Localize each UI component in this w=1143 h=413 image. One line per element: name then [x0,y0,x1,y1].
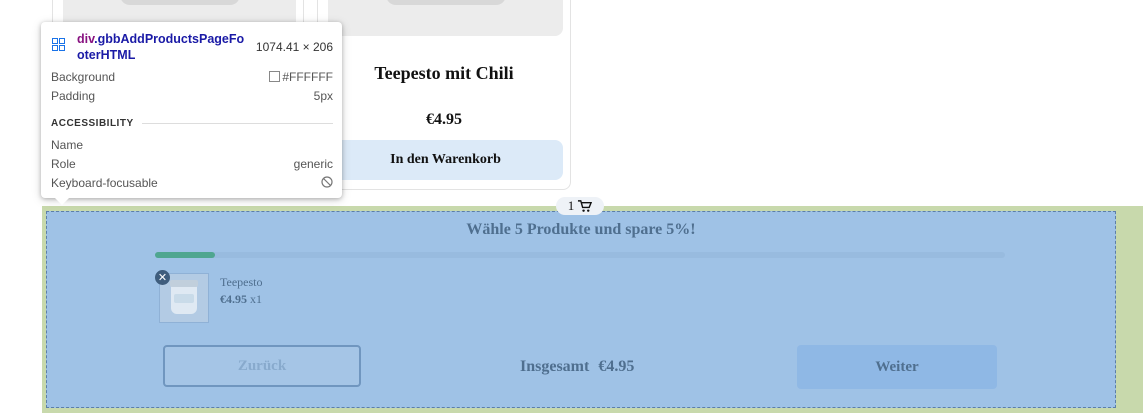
progress-bar [155,252,1005,258]
cart-item-qty: x1 [250,292,262,306]
keyboard-label: Keyboard-focusable [51,176,158,190]
background-value-wrap: #FFFFFF [269,70,333,84]
background-label: Background [51,70,116,84]
cart-item-name: Teepesto [220,275,263,289]
name-label: Name [51,138,84,152]
not-focusable-icon [321,176,333,188]
product-name[interactable]: Teepesto mit Chili [318,63,570,84]
background-row: Background #FFFFFF [51,70,333,84]
product-price: €4.95 [426,111,462,128]
name-row: Name [51,138,333,152]
next-button[interactable]: Weiter [797,345,997,389]
role-value: generic [293,157,333,171]
discount-title: Wähle 5 Produkte und spare 5%! [466,221,696,238]
cart-item-price-line: €4.95 x1 [220,292,262,307]
padding-value: 5px [313,89,333,103]
role-row: Role generic [51,157,333,171]
cart-item-price: €4.95 [220,292,247,306]
color-swatch-icon [269,71,281,82]
back-button[interactable]: Zurück [163,345,361,387]
selector-tag: div [77,32,95,46]
background-value: #FFFFFF [282,70,333,84]
cart-icon [578,200,593,212]
total: Insgesamt €4.95 [520,358,634,376]
element-selector: div.gbbAddProductsPageFooterHTML [77,31,245,63]
cart-toggle-button[interactable]: 1 [556,197,604,215]
progress-fill [155,252,215,258]
padding-row: Padding 5px [51,89,333,103]
grid-layout-icon [52,38,65,51]
cart-count: 1 [567,198,575,213]
selector-class: .gbbAddProductsPageFooterHTML [77,32,245,62]
total-value: €4.95 [598,358,635,375]
devtools-inspect-tooltip: div.gbbAddProductsPageFooterHTML 1074.41… [41,22,342,205]
product-card-right: Teepesto mit Chili €4.95 In den Warenkor… [317,0,571,190]
add-products-footer: Wähle 5 Produkte und spare 5%! ✕ Teepest… [46,211,1116,408]
accessibility-section: ACCESSIBILITY [51,118,333,129]
product-image[interactable] [328,0,563,36]
padding-label: Padding [51,89,96,103]
remove-item-icon[interactable]: ✕ [155,270,170,285]
total-label: Insgesamt [520,358,590,375]
keyboard-row: Keyboard-focusable [51,176,333,190]
accessibility-heading: ACCESSIBILITY [51,118,134,129]
element-size: 1074.41 × 206 [255,40,333,54]
role-label: Role [51,157,76,171]
add-to-cart-button[interactable]: In den Warenkorb [328,140,563,180]
